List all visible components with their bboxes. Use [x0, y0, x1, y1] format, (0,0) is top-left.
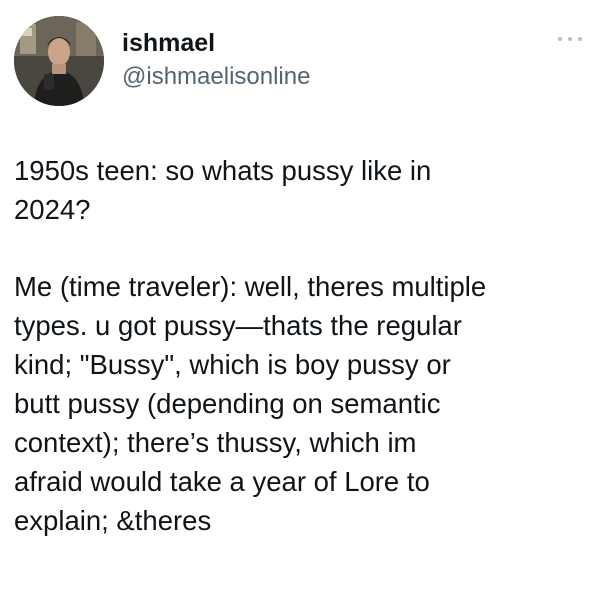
tweet-body: 1950s teen: so whats pussy like in 2024?… — [14, 151, 589, 540]
author-block: ishmael @ishmaelisonline — [122, 28, 310, 92]
tweet-paragraph: 1950s teen: so whats pussy like in 2024? — [14, 155, 432, 225]
avatar[interactable] — [14, 16, 104, 106]
more-horizontal-icon[interactable] — [556, 34, 584, 44]
author-display-name[interactable]: ishmael — [122, 28, 310, 58]
tweet-paragraph: Me (time traveler): well, theres multipl… — [14, 271, 487, 536]
avatar-photo-icon — [14, 16, 104, 106]
tweet-card: ishmael @ishmaelisonline 1950s teen: so … — [0, 0, 600, 600]
tweet-header: ishmael @ishmaelisonline — [14, 16, 586, 106]
author-handle[interactable]: @ishmaelisonline — [122, 62, 310, 92]
